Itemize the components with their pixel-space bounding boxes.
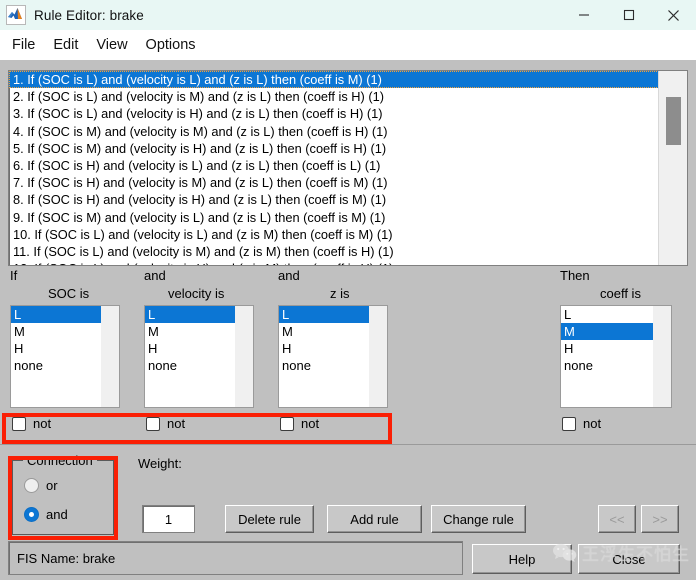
rule-list-item[interactable]: 4. If (SOC is M) and (velocity is M) and… bbox=[9, 123, 659, 140]
listbox-scrollbar[interactable] bbox=[101, 306, 119, 407]
antecedent-3-title: z is bbox=[330, 286, 350, 301]
rule-list-item[interactable]: 12. If (SOC is L) and (velocity is H) an… bbox=[9, 260, 659, 265]
listbox-option[interactable]: M bbox=[11, 323, 101, 340]
connection-option-or[interactable]: or bbox=[24, 478, 58, 493]
scrollbar-thumb[interactable] bbox=[666, 97, 681, 145]
menubar: File Edit View Options bbox=[0, 30, 696, 60]
delete-rule-button[interactable]: Delete rule bbox=[225, 505, 314, 533]
checkbox-box[interactable] bbox=[562, 416, 576, 431]
close-icon[interactable] bbox=[651, 0, 696, 30]
checkbox-label: not bbox=[167, 416, 186, 431]
window-title: Rule Editor: brake bbox=[34, 7, 144, 23]
consequent-not-checkbox[interactable]: not bbox=[562, 416, 601, 431]
radio-label: or bbox=[46, 478, 58, 493]
radio-label: and bbox=[46, 507, 68, 522]
antecedent-2-not-checkbox[interactable]: not bbox=[146, 416, 185, 431]
antecedent-1-connective: If bbox=[10, 268, 18, 283]
listbox-option[interactable]: L bbox=[279, 306, 369, 323]
rule-list-items: 1. If (SOC is L) and (velocity is L) and… bbox=[9, 71, 659, 265]
antecedent-2-connective: and bbox=[144, 268, 166, 283]
rule-list-item[interactable]: 2. If (SOC is L) and (velocity is M) and… bbox=[9, 88, 659, 105]
help-button[interactable]: Help bbox=[472, 544, 572, 574]
checkbox-box[interactable] bbox=[12, 416, 26, 431]
checkbox-box[interactable] bbox=[280, 416, 294, 431]
checkbox-label: not bbox=[33, 416, 52, 431]
window-controls bbox=[561, 0, 696, 30]
weight-label: Weight: bbox=[138, 456, 182, 471]
listbox-option[interactable]: M bbox=[561, 323, 653, 340]
rule-list-item[interactable]: 11. If (SOC is L) and (velocity is M) an… bbox=[9, 243, 659, 260]
listbox-option[interactable]: L bbox=[145, 306, 235, 323]
listbox-option[interactable]: H bbox=[279, 340, 369, 357]
checkbox-label: not bbox=[301, 416, 320, 431]
antecedent-2-listbox[interactable]: L M H none bbox=[144, 305, 254, 408]
listbox-option[interactable]: H bbox=[11, 340, 101, 357]
rule-list-item[interactable]: 7. If (SOC is H) and (velocity is M) and… bbox=[9, 174, 659, 191]
section-divider bbox=[0, 444, 696, 445]
checkbox-label: not bbox=[583, 416, 602, 431]
menu-options[interactable]: Options bbox=[137, 30, 205, 60]
radio-button[interactable] bbox=[24, 507, 39, 522]
next-rule-button[interactable]: >> bbox=[641, 505, 679, 533]
listbox-option[interactable]: none bbox=[11, 357, 101, 374]
checkbox-box[interactable] bbox=[146, 416, 160, 431]
weight-input[interactable]: 1 bbox=[142, 505, 195, 533]
previous-rule-button[interactable]: << bbox=[598, 505, 636, 533]
add-rule-button[interactable]: Add rule bbox=[327, 505, 422, 533]
rule-list[interactable]: 1. If (SOC is L) and (velocity is L) and… bbox=[8, 70, 688, 266]
antecedent-1-listbox[interactable]: L M H none bbox=[10, 305, 120, 408]
menu-file[interactable]: File bbox=[3, 30, 44, 60]
change-rule-button[interactable]: Change rule bbox=[431, 505, 526, 533]
listbox-option[interactable]: H bbox=[145, 340, 235, 357]
listbox-scrollbar[interactable] bbox=[235, 306, 253, 407]
close-button[interactable]: Close bbox=[578, 544, 680, 574]
rule-list-item[interactable]: 5. If (SOC is M) and (velocity is H) and… bbox=[9, 140, 659, 157]
connection-group-title: Connection bbox=[23, 453, 97, 468]
listbox-option[interactable]: M bbox=[145, 323, 235, 340]
listbox-option[interactable]: M bbox=[279, 323, 369, 340]
menu-edit[interactable]: Edit bbox=[44, 30, 87, 60]
antecedent-3-connective: and bbox=[278, 268, 300, 283]
listbox-option[interactable]: L bbox=[11, 306, 101, 323]
matlab-membrane-icon bbox=[6, 5, 26, 25]
rule-list-scrollbar[interactable] bbox=[658, 71, 687, 265]
client-area: 1. If (SOC is L) and (velocity is L) and… bbox=[0, 60, 696, 580]
maximize-icon[interactable] bbox=[606, 0, 651, 30]
rule-list-item[interactable]: 1. If (SOC is L) and (velocity is L) and… bbox=[9, 71, 659, 89]
listbox-option[interactable]: L bbox=[561, 306, 653, 323]
listbox-scrollbar[interactable] bbox=[369, 306, 387, 407]
connection-group: Connection bbox=[12, 453, 114, 535]
antecedent-2-title: velocity is bbox=[168, 286, 225, 301]
listbox-option[interactable]: none bbox=[561, 357, 653, 374]
radio-button[interactable] bbox=[24, 478, 39, 493]
listbox-option[interactable]: none bbox=[279, 357, 369, 374]
status-bar: FIS Name: brake bbox=[8, 541, 463, 575]
rule-list-item[interactable]: 3. If (SOC is L) and (velocity is H) and… bbox=[9, 105, 659, 122]
rule-list-item[interactable]: 6. If (SOC is H) and (velocity is L) and… bbox=[9, 157, 659, 174]
titlebar: Rule Editor: brake bbox=[0, 0, 696, 30]
rule-list-item[interactable]: 10. If (SOC is L) and (velocity is L) an… bbox=[9, 226, 659, 243]
listbox-option[interactable]: H bbox=[561, 340, 653, 357]
antecedent-3-listbox[interactable]: L M H none bbox=[278, 305, 388, 408]
connection-option-and[interactable]: and bbox=[24, 507, 68, 522]
consequent-title: coeff is bbox=[600, 286, 641, 301]
antecedent-3-not-checkbox[interactable]: not bbox=[280, 416, 319, 431]
listbox-scrollbar[interactable] bbox=[653, 306, 671, 407]
consequent-connective: Then bbox=[560, 268, 590, 283]
rule-list-item[interactable]: 8. If (SOC is H) and (velocity is H) and… bbox=[9, 191, 659, 208]
consequent-listbox[interactable]: L M H none bbox=[560, 305, 672, 408]
minimize-icon[interactable] bbox=[561, 0, 606, 30]
rule-editor-window: Rule Editor: brake File Edit View Option… bbox=[0, 0, 696, 580]
listbox-option[interactable]: none bbox=[145, 357, 235, 374]
menu-view[interactable]: View bbox=[87, 30, 136, 60]
antecedent-1-title: SOC is bbox=[48, 286, 90, 301]
antecedent-1-not-checkbox[interactable]: not bbox=[12, 416, 51, 431]
rule-list-item[interactable]: 9. If (SOC is M) and (velocity is L) and… bbox=[9, 209, 659, 226]
